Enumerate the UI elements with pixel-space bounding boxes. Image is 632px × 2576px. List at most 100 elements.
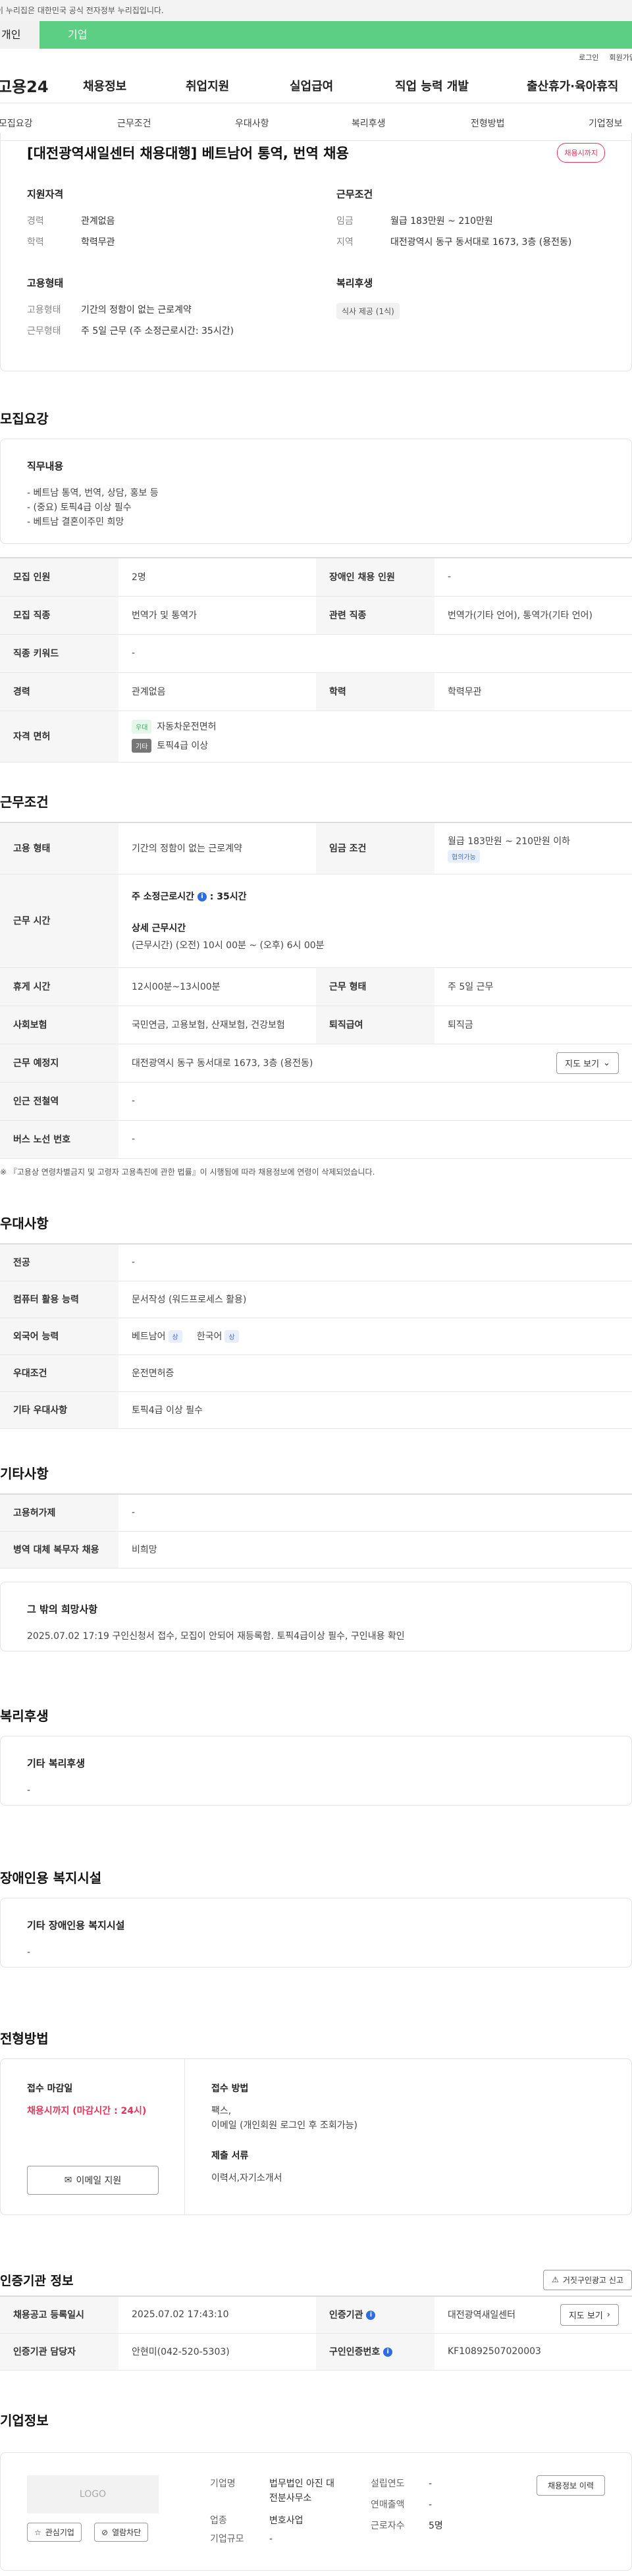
deadline-heading: 접수 마감일	[27, 2083, 73, 2094]
process-box: 접수 마감일 채용시까지 (마감시간 : 24시) ✉ 이메일 지원 접수 방법 …	[0, 2058, 632, 2215]
etc-section: 기타사항 고용허가제 - 병역 대체 복무자 채용 비희망 그 밖의 희망사항 20…	[0, 1463, 632, 1651]
lang-level: 상	[168, 1330, 182, 1343]
cell-value: 번역가(기타 언어), 통역가(기타 언어)	[434, 596, 632, 635]
table-row: 전공 -	[0, 1244, 632, 1281]
value: -	[269, 2534, 273, 2544]
gnb-item-leave[interactable]: 출산휴가·육아휴직	[527, 77, 618, 94]
gnb-item-jobs[interactable]: 채용정보	[83, 77, 126, 94]
table-row: 휴게 시간 12시00분~13시00분 근무 형태 주 5일 근무	[0, 967, 632, 1006]
cell-value: -	[118, 1494, 632, 1532]
cell-label: 사회보험	[0, 1006, 118, 1044]
tab-enterprise[interactable]: 기업	[40, 21, 632, 49]
cell-label: 인근 전철역	[0, 1082, 118, 1121]
table-row: 병역 대체 복무자 채용 비희망	[0, 1531, 632, 1569]
summary-welfare-heading: 복리후생	[336, 277, 373, 289]
cell-value: 학력무관	[434, 672, 632, 711]
disabled-heading: 기타 장애인용 복지시설	[27, 1919, 125, 1931]
cert-org-cell: 대전광역새일센터 지도 보기 ›	[434, 2296, 632, 2334]
tab-individual[interactable]: 개인	[0, 21, 40, 49]
tab-welfare[interactable]: 복리후생	[352, 117, 386, 130]
signup-link[interactable]: 회원가입	[610, 52, 632, 63]
tab-pref[interactable]: 우대사항	[235, 117, 269, 130]
welfare-pill: 식사 제공 (1식)	[336, 303, 400, 319]
table-row: 인근 전철역 -	[0, 1082, 632, 1121]
hope-box: 그 밖의 희망사항 2025.07.02 17:19 구인신청서 접수, 모집이…	[0, 1581, 632, 1651]
gnb-item-employment-support[interactable]: 취업지원	[186, 77, 229, 94]
email-apply-label: 이메일 지원	[76, 2176, 122, 2186]
gov-banner-text: 이 누리집은 대한민국 공식 전자정부 누리집입니다.	[0, 6, 164, 15]
cell-value: 퇴직금	[434, 1006, 632, 1044]
warning-icon: ⚠	[552, 2275, 559, 2284]
label: 근로자수	[371, 2521, 405, 2531]
method-col: 접수 방법 팩스, 이메일 (개인회원 로그인 후 조회가능) 제출 서류 이력…	[185, 2059, 384, 2214]
hiring-history-button[interactable]: 채용정보 이력	[536, 2475, 605, 2496]
table-row: 사회보험 국민연금, 고용보험, 산재보험, 건강보험 퇴직급여 퇴직금	[0, 1006, 632, 1044]
scale-row: 기업규모 -	[210, 2532, 334, 2546]
block-company-button[interactable]: ⊘ 열람차단	[94, 2523, 149, 2542]
industry-row: 업종 변호사업	[210, 2513, 334, 2528]
tab-work[interactable]: 근무조건	[117, 117, 151, 130]
site-logo[interactable]: 고용24	[0, 74, 74, 97]
company-info-left: 기업명 법무법인 아진 대 전분사무소 업종 변호사업 기업규모 -	[210, 2477, 334, 2546]
cell-label: 직종 키워드	[0, 634, 118, 673]
cell-label: 컴퓨터 활용 능력	[0, 1281, 118, 1318]
gnb-item-training[interactable]: 직업 능력 개발	[395, 77, 469, 94]
job-title-row: [대전광역새일센터 채용대행] 베트남어 통역, 번역 채용 채용시까지	[27, 133, 605, 167]
cell-label: 버스 노선 번호	[0, 1120, 118, 1159]
label: 연매출액	[371, 2500, 405, 2510]
disabled-title: 장애인용 복지시설	[0, 1870, 102, 1886]
cert-no-label: 구인인증번호 i	[316, 2333, 434, 2371]
table-row: 고용허가제 -	[0, 1494, 632, 1532]
summary-wage: 임금 월급 183만원 ~ 210만원	[336, 214, 600, 227]
cell-value: 토픽4급 이상 필수	[118, 1391, 632, 1429]
cell-value: 기간의 정함이 없는 근로계약	[118, 822, 316, 874]
gnb-item-unemployment[interactable]: 실업급여	[290, 77, 333, 94]
weekly-hours-value: : 35시간	[209, 892, 247, 902]
cell-label: 모집 직종	[0, 596, 118, 635]
info-icon[interactable]: i	[197, 892, 207, 901]
gov-banner: 이 누리집은 대한민국 공식 전자정부 누리집입니다.	[0, 0, 632, 21]
report-button[interactable]: ⚠ 거짓구인광고 신고	[543, 2269, 632, 2290]
table-row: 외국어 능력 베트남어 상 한국어 상	[0, 1318, 632, 1355]
chevron-right-icon: ›	[606, 2309, 610, 2320]
info-icon[interactable]: i	[383, 2348, 393, 2357]
age-note: ※ 『고용상 연령차별금지 및 고령자 고용촉진에 관한 법률』이 시행됨에 따…	[0, 1167, 375, 1177]
duty-line: - 베트남 통역, 번역, 상담, 홍보 등	[27, 488, 159, 498]
welfare-value: -	[27, 1785, 31, 1796]
info-icon[interactable]: i	[366, 2311, 376, 2321]
cert-org-label-text: 인증기관	[329, 2310, 363, 2321]
pref-section: 우대사항 전공 - 컴퓨터 활용 능력 문서작성 (워드프로세스 활용) 외국어 능…	[0, 1213, 632, 1429]
cert-map-button[interactable]: 지도 보기 ›	[560, 2303, 619, 2326]
welfare-heading: 기타 복리후생	[27, 1758, 86, 1769]
fav-company-button[interactable]: ☆ 관심기업	[27, 2523, 82, 2542]
value: 대전광역시 동구 동서대로 1673, 3층 (용전동)	[390, 237, 572, 248]
tab-process[interactable]: 전형방법	[471, 117, 505, 130]
cell-label: 전공	[0, 1244, 118, 1281]
place-value: 대전광역시 동구 동서대로 1673, 3층 (용전동)	[132, 1058, 313, 1069]
table-row: 자격 면허 우대 자동차운전면허 기타 토픽4급 이상	[0, 711, 632, 763]
cell-label: 자격 면허	[0, 711, 118, 763]
cell-value: 주 5일 근무	[434, 967, 632, 1006]
lang-name: 한국어	[196, 1331, 223, 1342]
map-button[interactable]: 지도 보기 ⌄	[556, 1052, 619, 1074]
tab-company[interactable]: 기업정보	[589, 117, 623, 130]
disabled-box: 기타 장애인용 복지시설 -	[0, 1898, 632, 1968]
email-apply-button[interactable]: ✉ 이메일 지원	[27, 2166, 159, 2195]
place-row: 대전광역시 동구 동서대로 1673, 3층 (용전동) 지도 보기 ⌄	[132, 1052, 619, 1074]
license-cell: 우대 자동차운전면허 기타 토픽4급 이상	[118, 711, 632, 763]
company-name-row: 기업명 법무법인 아진 대 전분사무소	[210, 2477, 334, 2506]
table-row: 컴퓨터 활용 능력 문서작성 (워드프로세스 활용)	[0, 1281, 632, 1318]
table-row: 근무 시간 주 소정근로시간 i : 35시간 상세 근무시간 (근무시간) (…	[0, 874, 632, 968]
cert-org-label: 인증기관 i	[316, 2296, 434, 2334]
block-label: 열람차단	[112, 2528, 142, 2537]
label: 근무형태	[27, 326, 61, 336]
pref-table: 전공 - 컴퓨터 활용 능력 문서작성 (워드프로세스 활용) 외국어 능력 베트남어…	[0, 1243, 632, 1429]
tab-recruit[interactable]: 모집요강	[0, 117, 33, 130]
value: 관계없음	[81, 216, 115, 227]
detail-hours-label: 상세 근무시간	[132, 923, 186, 934]
cell-value: 비희망	[118, 1531, 632, 1569]
cell-label: 고용허가제	[0, 1494, 118, 1532]
detail-hours-value: (근무시간) (오전) 10시 00분 ~ (오후) 6시 00분	[132, 940, 325, 951]
summary-conditions: 근무조건 임금 월급 183만원 ~ 210만원 지역 대전광역시 동구 동서대로 …	[336, 187, 600, 256]
login-link[interactable]: 로그인	[579, 52, 598, 63]
